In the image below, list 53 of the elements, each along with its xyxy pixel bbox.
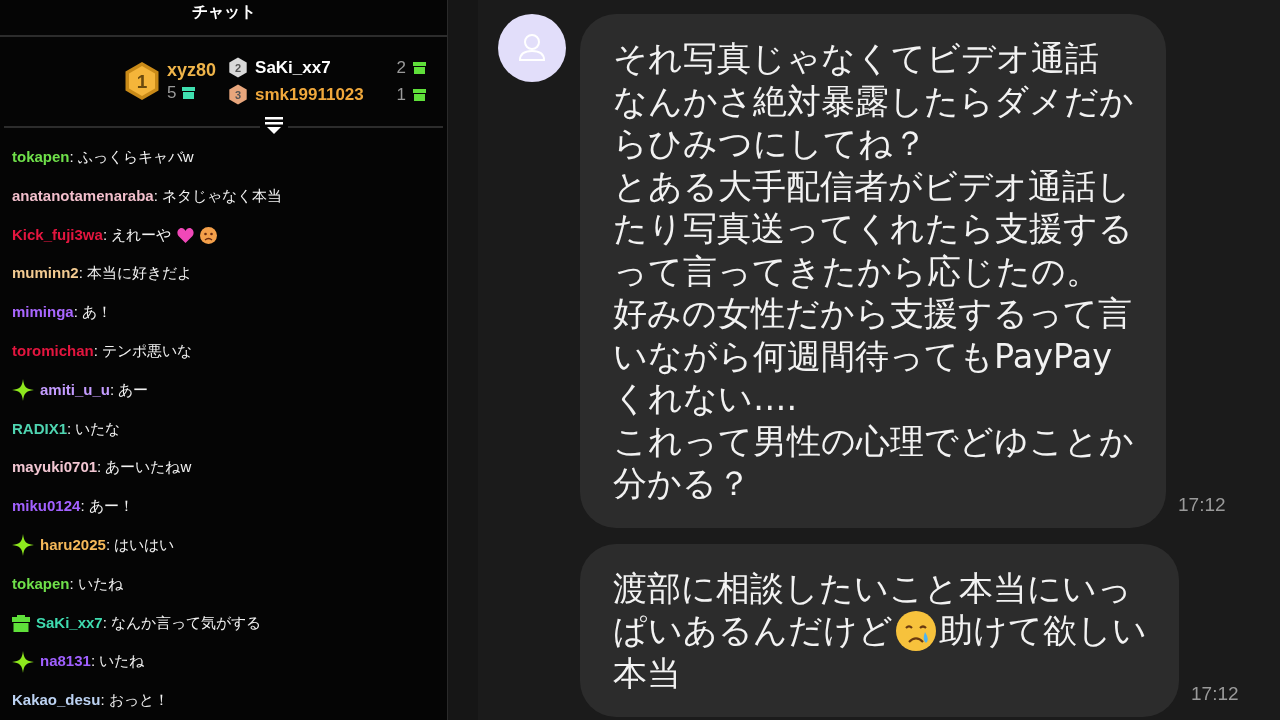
message-text: ぱいあるんだけど [613, 610, 893, 652]
heart-icon [177, 227, 195, 243]
gift-icon [182, 86, 196, 99]
gift-count: 1 [395, 84, 407, 105]
message-time: 17:12 [1191, 683, 1239, 705]
medal-icon: 3 [228, 84, 249, 106]
message-text: とある大手配信者がビデオ通話し [613, 165, 1131, 208]
message-text: これって男性の心理でどゆことか [613, 420, 1134, 463]
chat-message: Kakao_desu: おっと！ [12, 691, 169, 711]
message-text: 好みの女性だから支援するって言 [613, 293, 1132, 335]
chat-message: toromichan: テンポ悪いな [12, 341, 193, 361]
chat-message: haru2025: はいはい [40, 535, 175, 555]
message-time: 17:12 [1178, 493, 1226, 516]
gift-icon [12, 614, 30, 632]
gift-icon [413, 61, 427, 74]
gift-count: 2 [395, 57, 407, 78]
chat-message: SaKi_xx7: なんか言って気がする [36, 613, 262, 633]
message-text: らひみつにしてね？ [613, 123, 927, 165]
chat-message: anatanotamenaraba: ネタじゃなく本当 [12, 186, 283, 206]
chat-message: na8131: いたね [40, 652, 145, 672]
sparkle-icon [12, 379, 34, 402]
message-text: それ写真じゃなくてビデオ通話 [613, 38, 1099, 80]
chat-message: miku0124: あー！ [12, 497, 134, 517]
chat-message: amiti_u_u: あー [40, 380, 149, 400]
face-icon [200, 226, 218, 244]
message-text: 助けて欲しい [939, 610, 1147, 652]
chat-title: チャット [191, 2, 256, 22]
message-text: 本当 [613, 652, 681, 695]
gift-icon [413, 88, 427, 101]
medal-icon: 2 [228, 57, 249, 79]
message-text: くれない…. [613, 378, 798, 420]
gift-count: 5 [167, 82, 177, 103]
chat-message: mayuki0701: あーいたねw [12, 458, 192, 478]
chat-message: Kick_fuji3wa: えれーや [12, 225, 172, 245]
leader-name: xyz80 [167, 59, 217, 81]
chat-message: tokapen: いたね [12, 574, 123, 594]
chat-message: miminga: あ！ [12, 303, 113, 323]
message-text: いながら何週間待ってもPayPay [613, 335, 1113, 378]
message-text: なんかさ絶対暴露したらダメだか [613, 80, 1134, 123]
chat-message: RADIX1: いたな [12, 419, 121, 439]
message-text: って言ってきたから応じたの。 [613, 250, 1100, 293]
message-text: 分かる？ [613, 463, 751, 505]
crying-face-icon [895, 610, 937, 653]
chat-message: muminn2: 本当に好きだよ [12, 264, 193, 284]
leader-name: smk19911023 [255, 84, 365, 105]
leader-name: SaKi_xx7 [255, 57, 332, 78]
medal-icon: 1 [122, 60, 162, 103]
chat-message: tokapen: ふっくらキャバw [12, 147, 194, 167]
avatar-icon [498, 14, 566, 82]
message-text: たり写真送ってくれたら支援する [613, 208, 1133, 250]
sparkle-icon [12, 650, 34, 673]
message-text: 渡部に相談したいこと本当にいっ [613, 567, 1132, 610]
sparkle-icon [12, 534, 34, 557]
